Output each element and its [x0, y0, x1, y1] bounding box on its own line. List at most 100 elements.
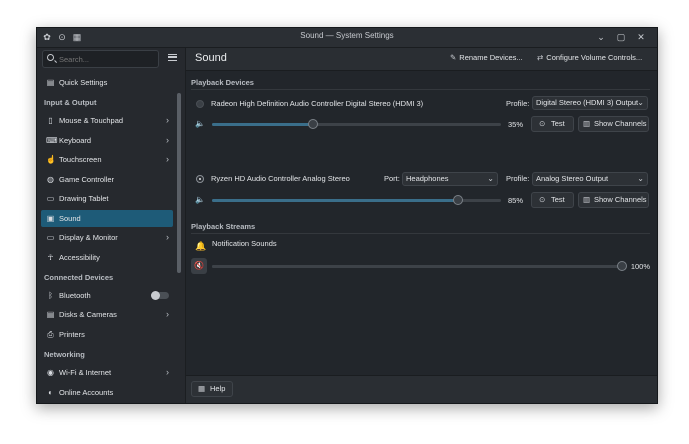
muted-speaker-icon: 🔇 [194, 261, 204, 270]
minimize-icon[interactable]: ⌄ [595, 31, 607, 43]
page-header: Sound ✎ Rename Devices... ⇄ Configure Volu… [186, 48, 657, 71]
sidebar-item-wifi-internet[interactable]: ◉ Wi-Fi & Internet › [41, 364, 173, 381]
sidebar-item-keyboard[interactable]: ⌨ Keyboard › [41, 132, 173, 149]
divider [191, 233, 650, 234]
help-icon: ▦ [198, 384, 206, 393]
bluetooth-icon: ᛒ [48, 291, 53, 300]
device-name: Ryzen HD Audio Controller Analog Stereo [211, 174, 350, 183]
bluetooth-toggle[interactable] [151, 291, 169, 300]
bell-icon: 🔔 [195, 241, 207, 251]
section-input-output: Input & Output [44, 98, 97, 107]
playback-devices-heading: Playback Devices [191, 78, 254, 87]
slider-handle[interactable] [308, 119, 319, 129]
sidebar-item-label: Sound [59, 214, 81, 223]
test-icon: ⊙ [539, 119, 546, 128]
accessibility-icon: ☥ [47, 253, 54, 262]
show-channels-button[interactable]: ▥ Show Channels [578, 116, 649, 132]
volume-icon[interactable]: 🔈 [195, 119, 205, 129]
chevron-down-icon: ⌄ [637, 98, 644, 107]
rename-devices-button[interactable]: ✎ Rename Devices... [450, 53, 523, 62]
sidebar-item-display-monitor[interactable]: ▭ Display & Monitor › [41, 229, 173, 246]
sidebar-item-label: Touchscreen [59, 155, 102, 164]
close-icon[interactable]: ✕ [635, 31, 647, 43]
speaker-icon: ▣ [46, 214, 55, 223]
system-settings-window: ✿ ⊙ ▦ Sound — System Settings ⌄ ▢ ✕ ▤ Qu… [36, 27, 658, 404]
chevron-right-icon: › [166, 367, 169, 377]
printer-icon: ⎙ [47, 330, 54, 339]
sidebar-item-mouse-touchpad[interactable]: ▯ Mouse & Touchpad › [41, 112, 173, 129]
channels-icon: ▥ [583, 119, 591, 128]
sidebar-item-printers[interactable]: ⎙ Printers [41, 326, 173, 343]
port-select[interactable]: Headphones ⌄ [402, 172, 498, 186]
tablet-icon: ▭ [46, 194, 55, 203]
sidebar-item-game-controller[interactable]: ◍ Game Controller [41, 171, 173, 188]
slider-handle[interactable] [452, 195, 463, 205]
hamburger-menu-icon[interactable] [168, 54, 177, 61]
sidebar-item-label: Drawing Tablet [59, 194, 109, 203]
configure-icon: ⇄ [537, 53, 544, 62]
search-icon [47, 54, 54, 61]
sidebar-item-label: Online Accounts [59, 388, 114, 397]
test-button[interactable]: ⊙ Test [531, 116, 574, 132]
sidebar: ▤ Quick Settings Input & Output ▯ Mouse … [37, 48, 186, 403]
chevron-right-icon: › [166, 135, 169, 145]
profile-label: Profile: [506, 99, 530, 108]
sidebar-item-label: Printers [59, 330, 85, 339]
sidebar-item-quick-settings[interactable]: ▤ Quick Settings [41, 74, 173, 91]
sidebar-item-drawing-tablet[interactable]: ▭ Drawing Tablet [41, 190, 173, 207]
chevron-down-icon: ⌄ [487, 174, 494, 183]
volume-percent: 35% [507, 120, 523, 129]
sidebar-item-disks-cameras[interactable]: ▤ Disks & Cameras › [41, 306, 173, 323]
test-icon: ⊙ [539, 195, 546, 204]
volume-slider[interactable] [212, 195, 501, 205]
sidebar-item-accessibility[interactable]: ☥ Accessibility [41, 249, 173, 266]
playback-streams-heading: Playback Streams [191, 222, 256, 231]
mute-button[interactable]: 🔇 [191, 258, 207, 274]
device-name: Radeon High Definition Audio Controller … [211, 99, 424, 108]
volume-slider[interactable] [212, 119, 501, 129]
stream-volume-slider[interactable] [212, 261, 627, 271]
sidebar-item-label: Disks & Cameras [59, 310, 117, 319]
accounts-icon: ◐ [48, 388, 53, 397]
show-channels-button[interactable]: ▥ Show Channels [578, 192, 649, 208]
device-default-radio[interactable] [196, 175, 204, 183]
sidebar-item-online-accounts[interactable]: ◐ Online Accounts [41, 384, 173, 401]
title-bar: ✿ ⊙ ▦ Sound — System Settings ⌄ ▢ ✕ [37, 28, 657, 48]
profile-select[interactable]: Digital Stereo (HDMI 3) Output ⌄ [532, 96, 648, 110]
gamepad-icon: ◍ [47, 175, 54, 184]
channels-icon: ▥ [583, 195, 591, 204]
chevron-right-icon: › [166, 154, 169, 164]
volume-percent: 85% [507, 196, 523, 205]
chevron-right-icon: › [166, 232, 169, 242]
volume-icon[interactable]: 🔈 [195, 195, 205, 205]
search-input[interactable] [59, 51, 154, 67]
search-field[interactable] [42, 50, 159, 68]
keyboard-icon: ⌨ [46, 136, 58, 145]
page-title: Sound [195, 52, 227, 64]
test-button[interactable]: ⊙ Test [531, 192, 574, 208]
disk-icon: ▤ [46, 310, 55, 319]
sidebar-item-label: Quick Settings [59, 78, 108, 87]
wifi-icon: ◉ [47, 368, 54, 377]
sidebar-item-sound[interactable]: ▣ Sound [41, 210, 173, 227]
chevron-right-icon: › [166, 309, 169, 319]
profile-label: Profile: [506, 174, 530, 183]
pencil-icon: ✎ [450, 53, 457, 62]
sidebar-item-label: Keyboard [59, 136, 92, 145]
chevron-down-icon: ⌄ [637, 174, 644, 183]
section-connected-devices: Connected Devices [44, 273, 114, 282]
profile-select[interactable]: Analog Stereo Output ⌄ [532, 172, 648, 186]
footer-bar: ▦ Help [186, 375, 657, 403]
sidebar-item-bluetooth[interactable]: ᛒ Bluetooth [41, 287, 173, 304]
quick-settings-icon: ▤ [46, 78, 55, 87]
maximize-icon[interactable]: ▢ [615, 31, 627, 43]
chevron-right-icon: › [166, 115, 169, 125]
configure-volume-controls-button[interactable]: ⇄ Configure Volume Controls... [537, 53, 642, 62]
volume-percent: 100% [630, 262, 650, 271]
sidebar-item-label: Wi-Fi & Internet [59, 368, 112, 377]
device-default-radio[interactable] [196, 100, 204, 108]
help-button[interactable]: ▦ Help [191, 381, 233, 397]
sidebar-item-label: Mouse & Touchpad [59, 116, 124, 125]
sidebar-item-touchscreen[interactable]: ☝ Touchscreen › [41, 151, 173, 168]
sidebar-scrollbar[interactable] [177, 93, 181, 273]
